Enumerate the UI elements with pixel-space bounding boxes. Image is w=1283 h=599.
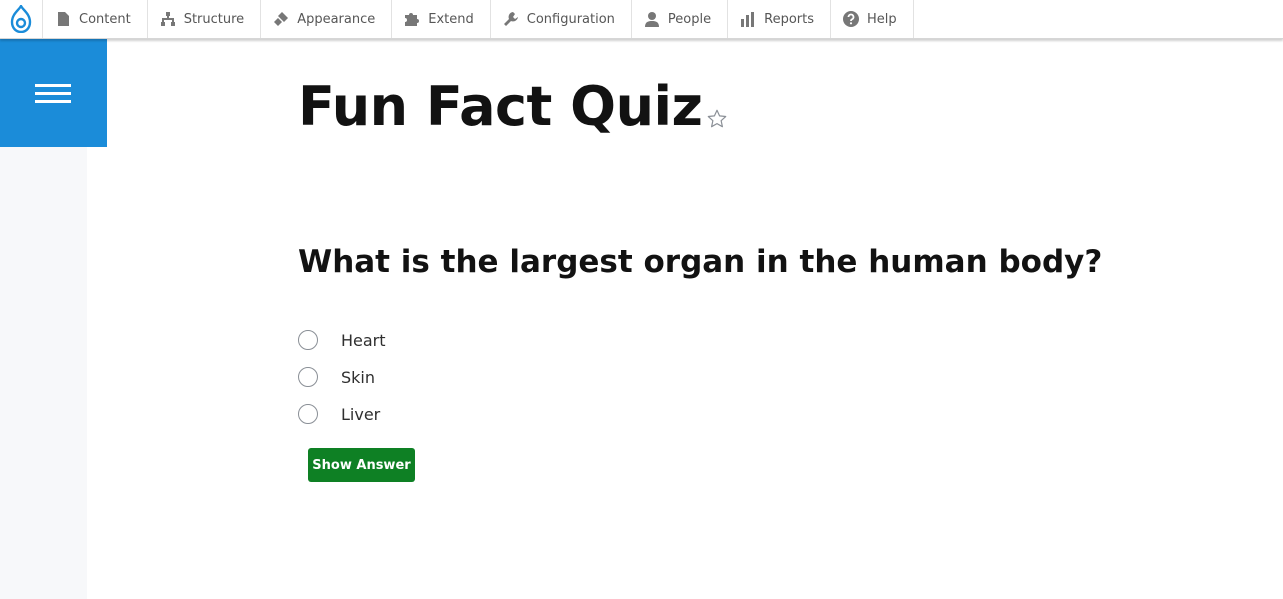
option-label: Liver — [341, 404, 381, 424]
drupal-logo-icon[interactable] — [0, 0, 43, 38]
toolbar-item-reports[interactable]: Reports — [728, 0, 831, 38]
question-circle-icon — [843, 11, 859, 27]
option-label: Skin — [341, 367, 376, 387]
quiz-option-liver[interactable]: Liver — [298, 402, 380, 426]
toolbar-item-label: People — [667, 11, 712, 27]
star-outline-icon[interactable] — [706, 108, 728, 130]
option-label: Heart — [341, 330, 386, 350]
quiz-option-heart[interactable]: Heart — [298, 328, 386, 352]
toolbar-item-label: Appearance — [297, 11, 376, 27]
toolbar-item-label: Reports — [764, 11, 814, 27]
file-icon — [55, 11, 71, 27]
toolbar-item-help[interactable]: Help — [831, 0, 914, 38]
person-icon — [644, 11, 660, 27]
wrench-icon — [503, 11, 519, 27]
toolbar-item-structure[interactable]: Structure — [148, 0, 262, 38]
admin-toolbar: Content Structure Appearance Extend Conf… — [0, 0, 1283, 39]
sitemap-icon — [160, 11, 176, 27]
bar-chart-icon — [740, 11, 756, 27]
toolbar-item-configuration[interactable]: Configuration — [491, 0, 632, 38]
quiz-question: What is the largest organ in the human b… — [298, 244, 1103, 280]
quiz-option-skin[interactable]: Skin — [298, 365, 375, 389]
toolbar-item-label: Structure — [183, 11, 245, 27]
toolbar-item-appearance[interactable]: Appearance — [261, 0, 393, 38]
radio-button[interactable] — [298, 404, 318, 424]
toolbar-item-label: Extend — [428, 11, 474, 27]
toolbar-item-people[interactable]: People — [632, 0, 729, 38]
toolbar-item-extend[interactable]: Extend — [392, 0, 491, 38]
show-answer-button[interactable]: Show Answer — [308, 448, 415, 482]
page-title: Fun Fact Quiz — [298, 75, 703, 138]
hamburger-menu-icon — [34, 79, 71, 108]
paintbrush-icon — [273, 11, 289, 27]
toolbar-item-label: Content — [79, 11, 131, 27]
menu-toggle-button[interactable] — [0, 39, 107, 147]
puzzle-icon — [404, 11, 420, 27]
toolbar-item-content[interactable]: Content — [43, 0, 148, 38]
radio-button[interactable] — [298, 367, 318, 387]
radio-button[interactable] — [298, 330, 318, 350]
toolbar-item-label: Configuration — [526, 11, 615, 27]
toolbar-item-label: Help — [867, 11, 897, 27]
